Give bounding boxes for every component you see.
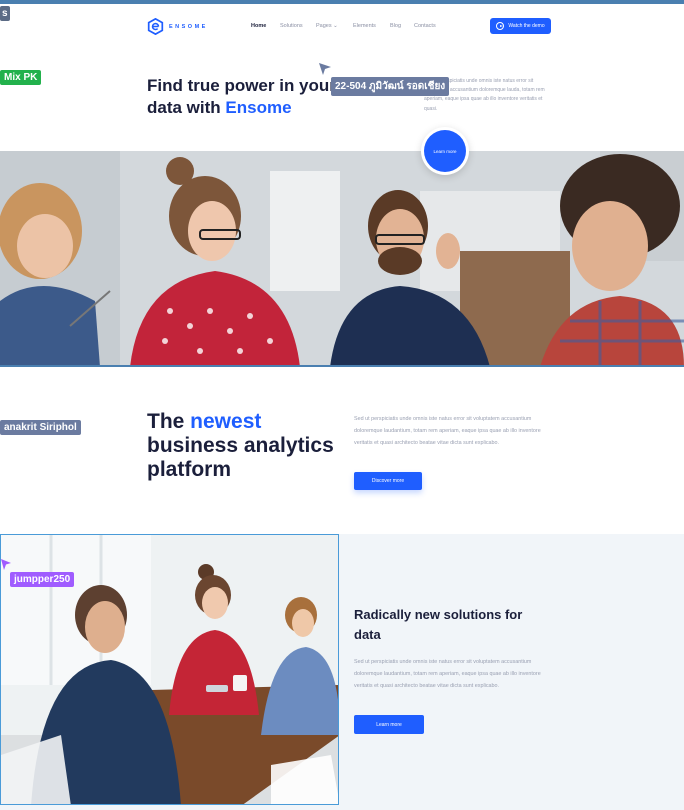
watch-demo-button[interactable]: Watch the demo: [490, 18, 551, 34]
play-icon: [496, 22, 505, 30]
learn-more-circle-button[interactable]: Learn more: [421, 127, 469, 175]
section2-title: The newest business analytics platform: [147, 410, 347, 482]
collaborator-name: Mix PK: [4, 72, 38, 83]
collaborator-tag: s: [0, 6, 10, 21]
nav-elements[interactable]: Elements: [353, 23, 376, 29]
logo-text: ENSOME: [169, 23, 208, 30]
hero-title-line1: Find true power in your: [147, 76, 336, 95]
hero-title: Find true power in your data with Ensome: [147, 75, 347, 119]
learn-more-circle-label: Learn more: [424, 130, 466, 172]
collaborator-tag: anakrit Siriphol: [0, 420, 81, 435]
section3-title: Radically new solutions for data: [354, 607, 523, 642]
cursor-arrow-icon: [1, 559, 11, 570]
nav-pages-label: Pages: [316, 23, 332, 29]
hero-image-border: [0, 365, 684, 367]
collaborator-tag: 22-504 ภูมิวัฒน์ รอดเชียง: [331, 77, 450, 96]
section3-description: Sed ut perspiciatis unde omnis iste natu…: [354, 659, 541, 689]
logo-icon: [147, 18, 164, 35]
hero-title-accent: Ensome: [225, 98, 292, 117]
discover-more-button[interactable]: Discover more: [354, 472, 422, 490]
hero-title-line2: data with: [147, 98, 226, 117]
collaborator-tag: Mix PK: [0, 70, 42, 85]
chevron-down-icon: ⌄: [333, 23, 338, 29]
watch-demo-label: Watch the demo: [508, 23, 545, 29]
learn-more-button[interactable]: Learn more: [354, 715, 424, 734]
hero-meeting-image: [0, 151, 684, 367]
section2-title-accent: newest: [190, 410, 262, 433]
section2-title-rest: business analytics platform: [147, 434, 334, 481]
section2-description: Sed ut perspiciatis unde omnis iste natu…: [354, 416, 541, 446]
collaborator-name: jumpper250: [14, 574, 71, 585]
nav-contacts[interactable]: Contacts: [414, 23, 436, 29]
collaborator-tag: jumpper250: [10, 572, 75, 587]
collaborator-name: anakrit Siriphol: [4, 422, 77, 433]
nav-home[interactable]: Home: [251, 23, 266, 29]
collaborator-name: 22-504 ภูมิวัฒน์ รอดเชียง: [335, 81, 446, 92]
cursor-arrow-icon: [319, 63, 331, 75]
collaborator-name: s: [2, 8, 8, 19]
logo[interactable]: ENSOME: [147, 18, 208, 35]
nav-blog[interactable]: Blog: [390, 23, 401, 29]
nav-solutions[interactable]: Solutions: [280, 23, 303, 29]
meeting-illustration: [0, 151, 684, 367]
nav-pages[interactable]: Pages ⌄: [316, 23, 338, 29]
site-header: ENSOME Home Solutions Pages ⌄ Elements B…: [0, 4, 684, 48]
section2-title-prefix: The: [147, 410, 191, 433]
